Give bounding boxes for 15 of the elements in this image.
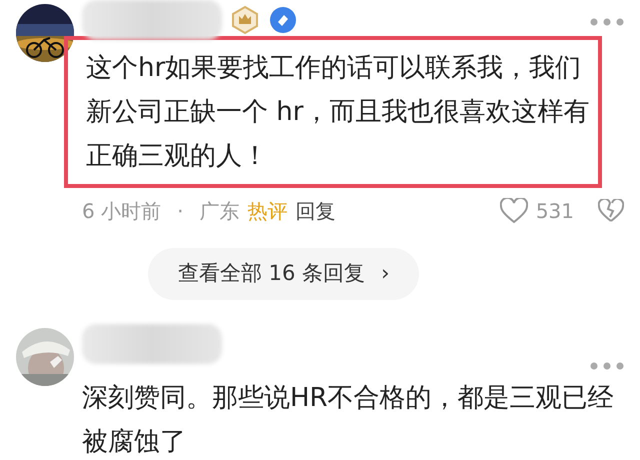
more-icon[interactable] bbox=[590, 362, 624, 370]
comment-text: 这个hr如果要找工作的话可以联系我，我们新公司正缺一个 hr，而且我也很喜欢这样有正确三观的人！ bbox=[64, 36, 602, 188]
hot-comment-tag: 热评 bbox=[247, 196, 288, 226]
like-icon[interactable] bbox=[500, 198, 528, 224]
comment-text: 深刻赞同。那些说HR不合格的，都是三观已经被腐蚀了 bbox=[82, 382, 615, 458]
location: 广东 bbox=[199, 198, 240, 225]
separator-dot: · bbox=[177, 198, 184, 225]
crown-badge-icon bbox=[230, 5, 260, 35]
like-count: 531 bbox=[536, 198, 574, 225]
timestamp: 6 小时前 bbox=[82, 198, 162, 225]
dislike-icon[interactable] bbox=[598, 199, 624, 223]
more-icon[interactable] bbox=[590, 18, 624, 26]
verified-badge-icon bbox=[268, 5, 298, 35]
view-all-replies-button[interactable]: 查看全部 16 条回复 › bbox=[148, 248, 420, 300]
reply-link[interactable]: 回复 bbox=[295, 196, 336, 226]
